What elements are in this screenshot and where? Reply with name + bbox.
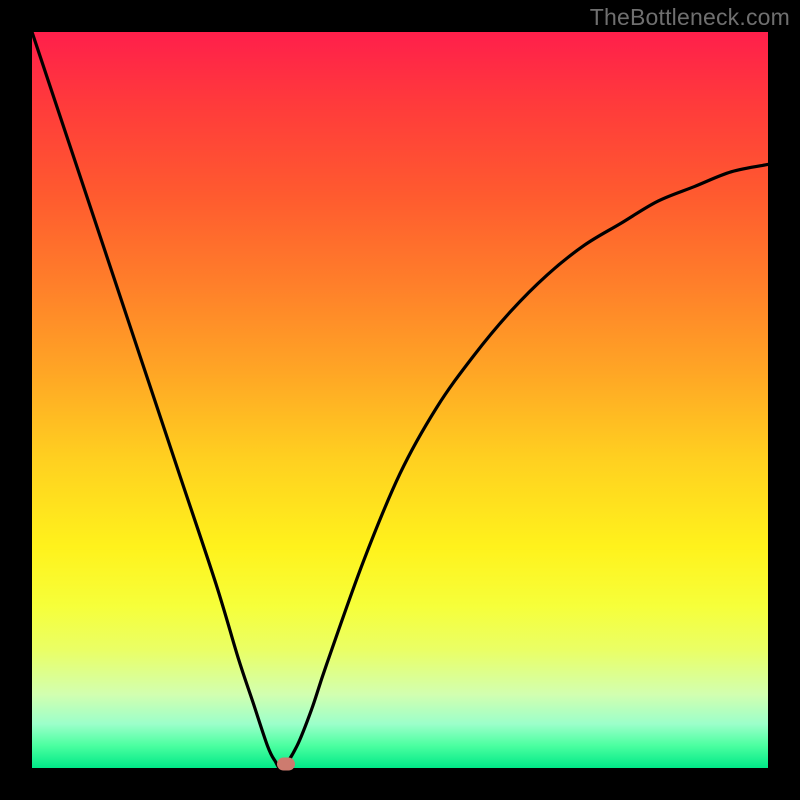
- plot-area: [32, 32, 768, 768]
- bottleneck-curve: [32, 32, 768, 768]
- watermark-label: TheBottleneck.com: [590, 4, 790, 31]
- chart-frame: TheBottleneck.com: [0, 0, 800, 800]
- optimum-marker: [277, 758, 295, 771]
